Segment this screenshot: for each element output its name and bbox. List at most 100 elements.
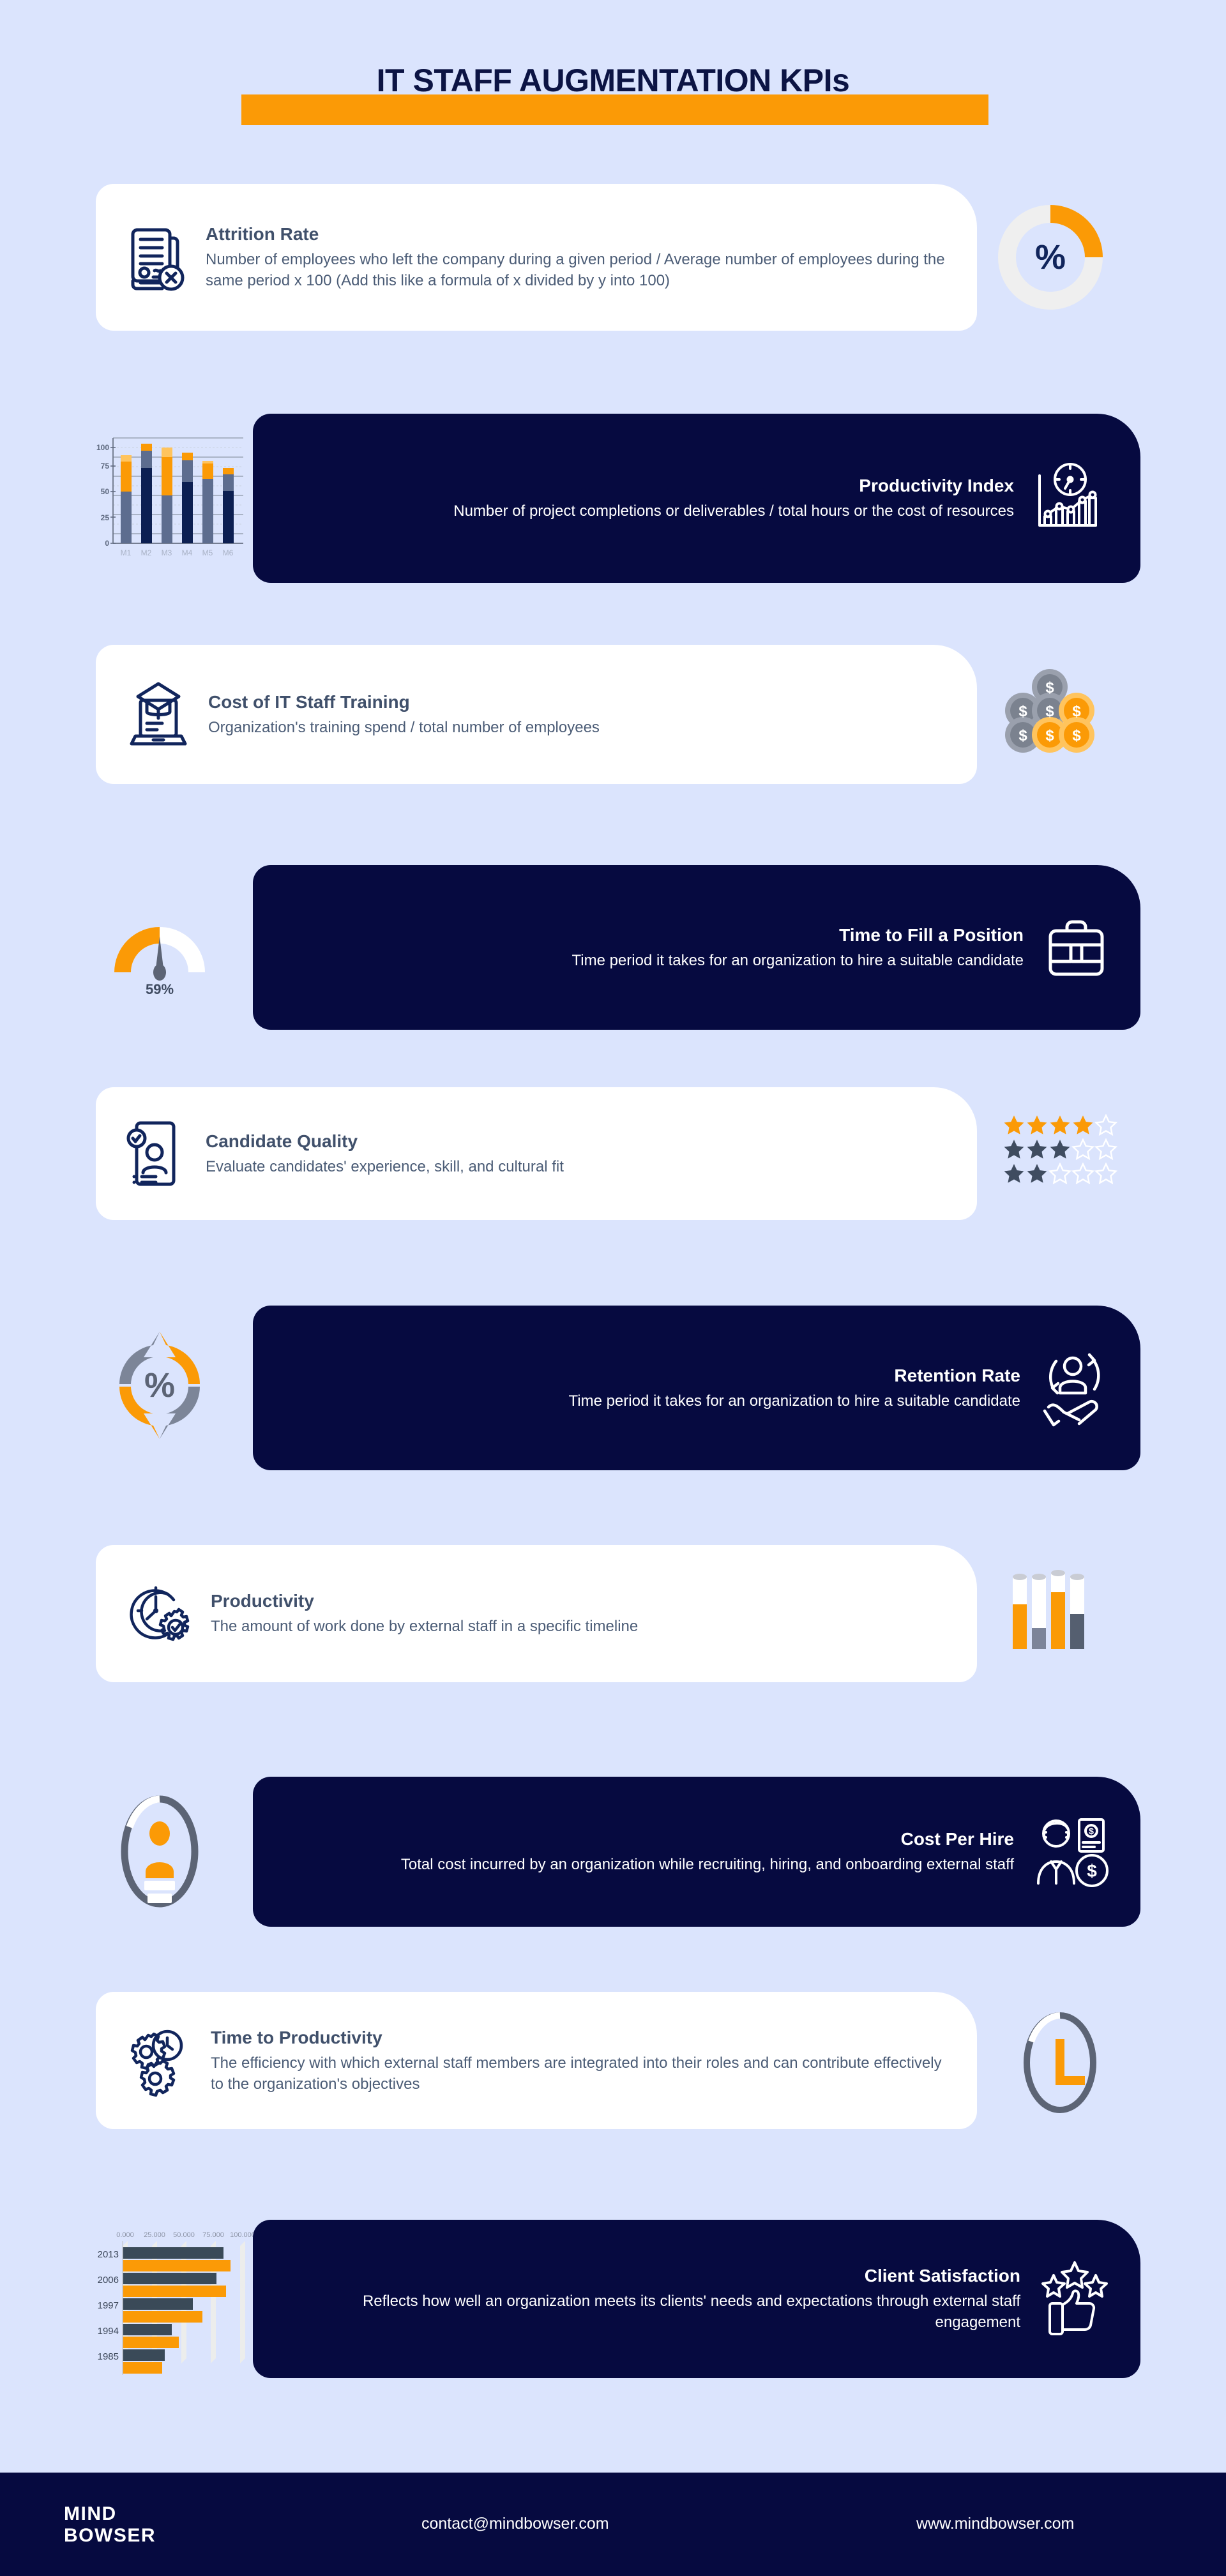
svg-text:$: $ xyxy=(1018,703,1027,720)
percent-arrows-icon: % xyxy=(89,1318,230,1452)
svg-text:75: 75 xyxy=(101,462,110,471)
kpi-row-candidate-quality: Candidate Quality Evaluate candidates' e… xyxy=(0,1087,1226,1221)
kpi-title: Productivity xyxy=(211,1591,314,1611)
logo-line-2-text: BOWSER xyxy=(64,2525,156,2546)
clock-ring-icon xyxy=(999,2010,1121,2115)
kpi-row-productivity-index: 0 25 50 75 100 M1 M2 M3 M4 M5 M6 Product… xyxy=(0,414,1226,594)
star-row-3 xyxy=(1004,1163,1117,1184)
infographic-page: IT STAFF AUGMENTATION KPIs Attrition Rat… xyxy=(0,0,1226,2576)
donut-value-label: % xyxy=(1035,238,1066,276)
svg-text:50: 50 xyxy=(101,487,110,496)
mindbowser-logo: MIND BOWSER xyxy=(64,2503,156,2547)
footer-website-link[interactable]: www.mindbowser.com xyxy=(916,2515,1074,2533)
star-rating-icon xyxy=(999,1110,1127,1199)
svg-text:$: $ xyxy=(1087,1861,1097,1881)
kpi-description: The efficiency with which external staff… xyxy=(211,2054,942,2093)
kpi-card-cost-per-hire[interactable]: Cost Per Hire Total cost incurred by an … xyxy=(253,1777,1140,1927)
tube-bar-chart-icon xyxy=(996,1564,1111,1660)
kpi-row-attrition-rate: Attrition Rate Number of employees who l… xyxy=(0,184,1226,331)
productivity-index-chart: 0 25 50 75 100 M1 M2 M3 M4 M5 M6 xyxy=(96,437,243,557)
kpi-title: Attrition Rate xyxy=(206,224,319,244)
svg-text:75.000: 75.000 xyxy=(202,2231,224,2239)
productivity-tube-chart xyxy=(1013,1569,1084,1649)
percent-donut-icon: % xyxy=(987,193,1114,321)
kpi-title: Cost Per Hire xyxy=(900,1829,1014,1849)
horizontal-bar-chart-icon: 0.000 25.000 50.000 75.000 100.000 2013 … xyxy=(80,2212,259,2384)
kpi-row-time-to-productivity: Time to Productivity The efficiency with… xyxy=(0,1992,1226,2130)
kpi-row-client-satisfaction: 0.000 25.000 50.000 75.000 100.000 2013 … xyxy=(0,2212,1226,2384)
kpi-card-attrition-rate[interactable]: Attrition Rate Number of employees who l… xyxy=(96,184,977,331)
kpi-card-client-satisfaction[interactable]: Client Satisfaction Reflects how well an… xyxy=(253,2220,1140,2378)
kpi-row-productivity: Productivity The amount of work done by … xyxy=(0,1545,1226,1683)
kpi-title: Retention Rate xyxy=(894,1365,1020,1385)
client-satisfaction-chart: 0.000 25.000 50.000 75.000 100.000 2013 … xyxy=(98,2231,255,2375)
footer: MIND BOWSER contact@mindbowser.com www.m… xyxy=(0,2473,1226,2576)
kpi-card-productivity[interactable]: Productivity The amount of work done by … xyxy=(96,1545,977,1682)
svg-text:50.000: 50.000 xyxy=(173,2231,195,2239)
kpi-card-retention-rate[interactable]: Retention Rate Time period it takes for … xyxy=(253,1306,1140,1470)
svg-text:$: $ xyxy=(1045,679,1054,697)
gauge-icon: 59% xyxy=(89,884,230,1012)
footer-email[interactable]: contact@mindbowser.com xyxy=(421,2515,609,2533)
svg-text:M2: M2 xyxy=(141,548,152,557)
bar-group-1994 xyxy=(123,2323,179,2348)
thumbs-up-stars-icon xyxy=(1040,2261,1110,2337)
svg-text:$: $ xyxy=(1045,703,1054,720)
svg-text:100.000: 100.000 xyxy=(230,2231,255,2239)
svg-text:1985: 1985 xyxy=(98,2351,119,2362)
svg-text:$: $ xyxy=(1089,1826,1094,1836)
svg-text:2013: 2013 xyxy=(98,2249,119,2260)
logo-line-2: BOWSER xyxy=(64,2525,156,2547)
kpi-title: Time to Fill a Position xyxy=(839,924,1024,945)
svg-text:100: 100 xyxy=(96,443,109,452)
kpi-card-cost-of-it-staff-training[interactable]: Cost of IT Staff Training Organization's… xyxy=(96,645,977,784)
page-title-block: IT STAFF AUGMENTATION KPIs xyxy=(0,61,1226,134)
svg-text:%: % xyxy=(144,1366,175,1405)
svg-text:$: $ xyxy=(1072,703,1081,720)
candidate-checklist-icon xyxy=(126,1119,186,1188)
kpi-card-time-to-productivity[interactable]: Time to Productivity The efficiency with… xyxy=(96,1992,977,2129)
svg-text:$: $ xyxy=(1072,727,1081,744)
kpi-row-cost-per-hire: Cost Per Hire Total cost incurred by an … xyxy=(0,1777,1226,1930)
kpi-card-productivity-index[interactable]: Productivity Index Number of project com… xyxy=(253,414,1140,583)
kpi-description: Time period it takes for an organization… xyxy=(571,951,1024,969)
graduation-laptop-icon xyxy=(128,681,189,748)
kpi-title: Productivity Index xyxy=(859,476,1014,495)
kpi-title: Client Satisfaction xyxy=(864,2266,1020,2286)
kpi-row-cost-training: Cost of IT Staff Training Organization's… xyxy=(0,645,1226,785)
page-title: IT STAFF AUGMENTATION KPIs xyxy=(376,63,850,98)
kpi-description: Number of project completions or deliver… xyxy=(453,502,1014,520)
svg-text:0.000: 0.000 xyxy=(116,2231,134,2239)
svg-text:1997: 1997 xyxy=(98,2300,119,2311)
kpi-title: Cost of IT Staff Training xyxy=(208,691,410,712)
kpi-row-time-to-fill: 59% Time to Fill a Position Time period … xyxy=(0,865,1226,1034)
svg-text:M4: M4 xyxy=(182,548,193,557)
kpi-card-candidate-quality[interactable]: Candidate Quality Evaluate candidates' e… xyxy=(96,1087,977,1220)
kpi-description: The amount of work done by external staf… xyxy=(211,1618,639,1635)
svg-text:1994: 1994 xyxy=(98,2326,119,2337)
star-row-2 xyxy=(1004,1139,1117,1160)
kpi-description: Organization's training spend / total nu… xyxy=(208,718,600,736)
recruiter-money-icon: $ $ xyxy=(1033,1814,1110,1890)
kpi-description: Evaluate candidates' experience, skill, … xyxy=(206,1157,564,1175)
svg-text:2006: 2006 xyxy=(98,2275,119,2286)
bar-group-2006 xyxy=(123,2272,226,2297)
person-ring-icon xyxy=(96,1784,223,1918)
bar-group-1985 xyxy=(123,2349,165,2374)
speedometer-bar-chart-icon xyxy=(1033,462,1110,535)
star-row-1 xyxy=(1004,1115,1117,1136)
kpi-description: Time period it takes for an organization… xyxy=(568,1392,1020,1410)
briefcase-icon xyxy=(1043,914,1110,981)
logo-line-1: MIND xyxy=(64,2503,117,2524)
stacked-bar-chart-icon: 0 25 50 75 100 M1 M2 M3 M4 M5 M6 xyxy=(83,419,255,588)
svg-text:M1: M1 xyxy=(121,548,132,557)
kpi-title: Time to Productivity xyxy=(211,2027,382,2047)
kpi-row-retention-rate: % Retention Rate Time period it takes fo… xyxy=(0,1306,1226,1472)
gears-clock-icon xyxy=(128,2026,192,2097)
kpi-card-time-to-fill-a-position[interactable]: Time to Fill a Position Time period it t… xyxy=(253,865,1140,1030)
kpi-description: Reflects how well an organization meets … xyxy=(362,2293,1020,2331)
kpi-title: Candidate Quality xyxy=(206,1131,358,1151)
svg-text:0: 0 xyxy=(105,539,109,548)
svg-text:25: 25 xyxy=(101,513,110,522)
svg-text:25.000: 25.000 xyxy=(144,2231,165,2239)
